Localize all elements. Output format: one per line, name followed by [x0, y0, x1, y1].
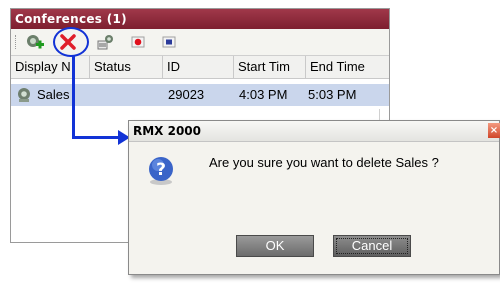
stop-button[interactable]: [159, 32, 179, 52]
record-icon: [131, 36, 145, 48]
conference-icon: [15, 86, 33, 108]
column-start-time[interactable]: Start Tim: [234, 56, 306, 78]
cell-start-time: 4:03 PM: [239, 87, 288, 102]
record-button[interactable]: [128, 32, 148, 52]
cancel-button[interactable]: Cancel: [333, 235, 411, 257]
svg-text:?: ?: [156, 160, 166, 180]
confirm-delete-dialog: RMX 2000 × ? Are you sure you want to de…: [128, 120, 500, 275]
column-status[interactable]: Status: [90, 56, 163, 78]
annotation-circle: [53, 27, 89, 57]
conference-properties-button[interactable]: [95, 32, 115, 52]
close-icon[interactable]: ×: [488, 123, 500, 138]
table-row[interactable]: Sales 29023 4:03 PM 5:03 PM: [11, 84, 389, 106]
panel-title: Conferences (1): [11, 9, 389, 29]
annotation-line-horizontal: [72, 136, 124, 139]
conference-properties-icon: [97, 35, 113, 50]
dialog-title-bar: RMX 2000 ×: [129, 121, 500, 142]
add-conference-icon: [27, 35, 44, 49]
ok-button[interactable]: OK: [236, 235, 314, 257]
cell-id: 29023: [168, 87, 205, 102]
column-id[interactable]: ID: [163, 56, 234, 78]
stop-icon: [162, 36, 176, 48]
cell-display-name: Sales: [37, 87, 70, 102]
dialog-title: RMX 2000: [133, 124, 202, 138]
column-end-time[interactable]: End Time: [306, 56, 376, 78]
dialog-message: Are you sure you want to delete Sales ?: [209, 155, 439, 170]
annotation-line-vertical: [72, 56, 75, 138]
cell-end-time: 5:03 PM: [308, 87, 357, 102]
toolbar-grip: [15, 35, 18, 49]
add-conference-button[interactable]: [25, 32, 45, 52]
question-icon: ?: [149, 157, 173, 185]
table-header: Display N Status ID Start Tim End Time: [11, 56, 389, 79]
column-display-name[interactable]: Display N: [11, 56, 90, 78]
